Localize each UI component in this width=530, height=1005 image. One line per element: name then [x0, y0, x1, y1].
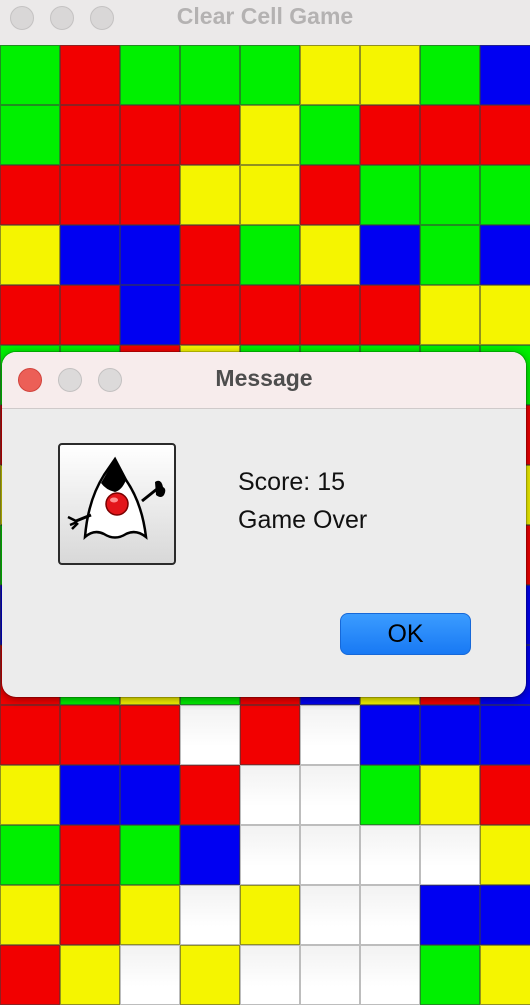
board-cell[interactable]: [300, 885, 360, 945]
board-cell[interactable]: [300, 165, 360, 225]
board-cell[interactable]: [480, 285, 530, 345]
board-cell[interactable]: [480, 945, 530, 1005]
board-cell[interactable]: [0, 825, 60, 885]
board-cell[interactable]: [180, 945, 240, 1005]
board-cell[interactable]: [300, 705, 360, 765]
board-cell[interactable]: [420, 105, 480, 165]
dialog-title: Message: [215, 365, 313, 391]
board-cell[interactable]: [180, 285, 240, 345]
board-cell[interactable]: [60, 165, 120, 225]
board-cell[interactable]: [0, 885, 60, 945]
ok-button[interactable]: OK: [340, 613, 471, 655]
board-cell[interactable]: [0, 765, 60, 825]
board-cell[interactable]: [0, 285, 60, 345]
board-cell[interactable]: [60, 225, 120, 285]
board-cell[interactable]: [180, 45, 240, 105]
dialog-titlebar: Message: [2, 352, 526, 409]
board-cell[interactable]: [240, 45, 300, 105]
board-cell[interactable]: [0, 45, 60, 105]
window-titlebar: Clear Cell Game: [0, 0, 530, 46]
board-cell[interactable]: [300, 945, 360, 1005]
board-cell[interactable]: [120, 45, 180, 105]
board-cell[interactable]: [180, 825, 240, 885]
board-cell[interactable]: [60, 285, 120, 345]
board-cell[interactable]: [300, 45, 360, 105]
board-cell[interactable]: [240, 285, 300, 345]
board-cell[interactable]: [420, 885, 480, 945]
board-cell[interactable]: [0, 105, 60, 165]
board-cell[interactable]: [420, 165, 480, 225]
board-cell[interactable]: [360, 165, 420, 225]
board-cell[interactable]: [420, 45, 480, 105]
board-cell[interactable]: [420, 285, 480, 345]
board-cell[interactable]: [120, 765, 180, 825]
board-cell[interactable]: [420, 225, 480, 285]
board-cell[interactable]: [480, 225, 530, 285]
board-cell[interactable]: [360, 285, 420, 345]
game-over-text: Game Over: [238, 506, 368, 534]
board-cell[interactable]: [120, 825, 180, 885]
board-cell[interactable]: [240, 825, 300, 885]
board-cell[interactable]: [480, 705, 530, 765]
window-title: Clear Cell Game: [176, 3, 354, 29]
board-cell[interactable]: [180, 885, 240, 945]
board-cell[interactable]: [480, 45, 530, 105]
board-cell[interactable]: [300, 765, 360, 825]
board-cell[interactable]: [420, 825, 480, 885]
board-cell[interactable]: [240, 945, 300, 1005]
board-cell[interactable]: [60, 705, 120, 765]
board-cell[interactable]: [60, 885, 120, 945]
board-cell[interactable]: [360, 765, 420, 825]
board-cell[interactable]: [60, 945, 120, 1005]
board-cell[interactable]: [180, 705, 240, 765]
board-cell[interactable]: [120, 225, 180, 285]
board-cell[interactable]: [120, 885, 180, 945]
board-cell[interactable]: [60, 765, 120, 825]
message-dialog: Message Score: 15 Game Over OK: [2, 352, 526, 697]
board-cell[interactable]: [300, 105, 360, 165]
board-cell[interactable]: [0, 225, 60, 285]
board-cell[interactable]: [420, 765, 480, 825]
board-cell[interactable]: [240, 105, 300, 165]
board-cell[interactable]: [420, 705, 480, 765]
board-cell[interactable]: [180, 225, 240, 285]
board-cell[interactable]: [0, 165, 60, 225]
board-cell[interactable]: [240, 705, 300, 765]
board-cell[interactable]: [120, 105, 180, 165]
board-cell[interactable]: [360, 105, 420, 165]
board-cell[interactable]: [0, 945, 60, 1005]
board-cell[interactable]: [60, 825, 120, 885]
board-cell[interactable]: [240, 165, 300, 225]
board-cell[interactable]: [180, 105, 240, 165]
board-cell[interactable]: [360, 225, 420, 285]
board-cell[interactable]: [120, 945, 180, 1005]
board-cell[interactable]: [240, 225, 300, 285]
board-cell[interactable]: [480, 885, 530, 945]
board-cell[interactable]: [420, 945, 480, 1005]
board-cell[interactable]: [480, 765, 530, 825]
score-text: Score: 15: [238, 468, 346, 496]
board-cell[interactable]: [480, 825, 530, 885]
board-cell[interactable]: [300, 825, 360, 885]
board-cell[interactable]: [480, 105, 530, 165]
board-cell[interactable]: [120, 165, 180, 225]
board-cell[interactable]: [360, 885, 420, 945]
duke-icon: [58, 443, 176, 565]
board-cell[interactable]: [300, 225, 360, 285]
board-cell[interactable]: [360, 705, 420, 765]
board-cell[interactable]: [60, 105, 120, 165]
board-cell[interactable]: [180, 765, 240, 825]
board-cell[interactable]: [360, 945, 420, 1005]
board-cell[interactable]: [240, 885, 300, 945]
board-cell[interactable]: [120, 705, 180, 765]
board-cell[interactable]: [300, 285, 360, 345]
board-cell[interactable]: [480, 165, 530, 225]
board-cell[interactable]: [360, 45, 420, 105]
board-cell[interactable]: [180, 165, 240, 225]
board-cell[interactable]: [120, 285, 180, 345]
board-cell[interactable]: [60, 45, 120, 105]
board-cell[interactable]: [0, 705, 60, 765]
board-cell[interactable]: [240, 765, 300, 825]
board-cell[interactable]: [360, 825, 420, 885]
